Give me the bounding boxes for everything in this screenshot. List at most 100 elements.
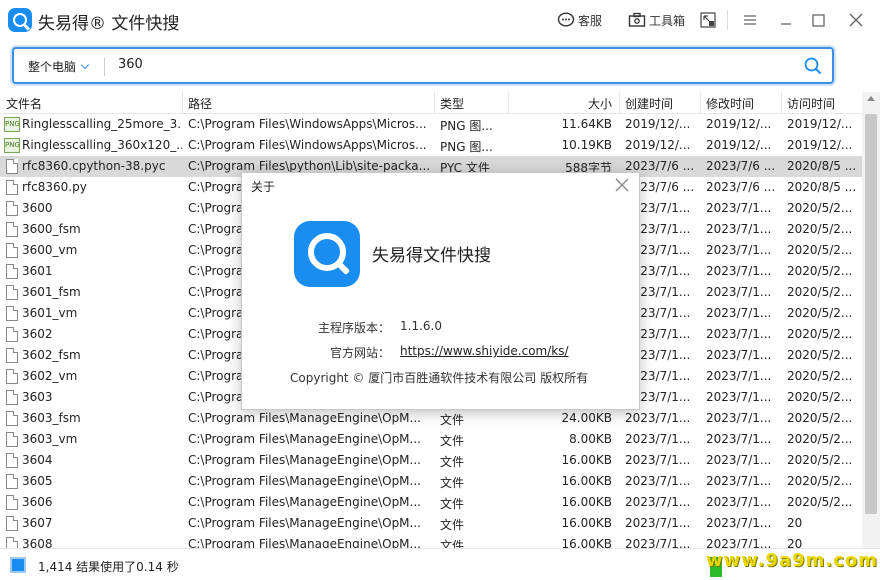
cell-accessed: 2020/5/2...	[787, 453, 853, 467]
scope-dropdown[interactable]: 整个电脑	[28, 58, 90, 75]
website-link[interactable]: https://www.shiyide.com/ks/	[400, 344, 569, 358]
chat-icon	[557, 12, 575, 28]
cell-size: 24.00KB	[561, 411, 612, 425]
png-file-icon: PNG	[4, 138, 20, 153]
cell-created: 2019/12/...	[625, 117, 691, 131]
column-header-type[interactable]: 类型	[440, 95, 464, 112]
table-row[interactable]: PNG Ringlesscalling_360x120_... C:\Program…	[0, 135, 862, 156]
column-header-name[interactable]: 文件名	[6, 95, 42, 112]
file-icon	[6, 474, 18, 489]
file-icon	[6, 495, 18, 510]
mini-mode-button[interactable]	[696, 8, 720, 32]
column-header-ctime[interactable]: 创建时间	[625, 95, 673, 112]
about-app-name: 失易得文件快搜	[372, 246, 491, 266]
version-label: 主程序版本：	[318, 321, 391, 335]
vertical-scrollbar[interactable]	[862, 92, 880, 548]
cell-created: 2023/7/1...	[625, 516, 691, 530]
dialog-close-button[interactable]	[613, 176, 631, 194]
scroll-up-arrow-icon[interactable]	[867, 96, 875, 101]
dialog-title: 关于	[251, 180, 276, 194]
cell-modified: 2023/7/1...	[706, 348, 772, 362]
file-icon	[6, 159, 18, 174]
menu-button[interactable]	[738, 8, 762, 32]
cell-size: 16.00KB	[561, 537, 612, 548]
search-input[interactable]: 360	[118, 57, 143, 72]
cell-modified: 2023/7/1...	[706, 474, 772, 488]
toolbox-icon	[628, 12, 646, 28]
cell-path: C:\Program Files\python\Lib\site-packa..…	[188, 159, 430, 173]
cell-path: C:\Program Files\ManageEngine\OpM...	[188, 453, 421, 467]
cell-path: C:\Program Files\WindowsApps\Micros...	[188, 117, 427, 131]
table-row[interactable]: PNG Ringlesscalling_25more_3... C:\Program…	[0, 114, 862, 135]
cell-accessed: 2020/5/2...	[787, 474, 853, 488]
title-divider	[727, 10, 728, 30]
cell-name: 3602_vm	[22, 369, 78, 383]
column-header-mtime[interactable]: 修改时间	[706, 95, 754, 112]
column-header-path[interactable]: 路径	[188, 95, 212, 112]
minimize-button[interactable]	[774, 8, 798, 32]
cell-accessed: 2020/5/2...	[787, 201, 853, 215]
column-divider[interactable]	[619, 92, 620, 114]
cell-modified: 2023/7/1...	[706, 516, 772, 530]
column-header-size[interactable]: 大小	[588, 95, 612, 112]
column-divider[interactable]	[508, 92, 509, 114]
cell-type: 文件	[440, 413, 465, 427]
result-count: 1,414 结果使用了0.14 秒	[38, 560, 179, 574]
column-header-atime[interactable]: 访问时间	[787, 95, 835, 112]
maximize-button[interactable]	[806, 8, 830, 32]
table-row[interactable]: 3603_vm C:\Program Files\ManageEngine\OpM…	[0, 429, 862, 450]
file-icon	[6, 285, 18, 300]
cell-created: 2019/12/...	[625, 138, 691, 152]
cell-name: Ringlesscalling_360x120_...	[22, 138, 182, 152]
column-divider[interactable]	[700, 92, 701, 114]
table-row[interactable]: 3608 C:\Program Files\ManageEngine\OpM...…	[0, 534, 862, 548]
cell-modified: 2023/7/1...	[706, 327, 772, 341]
cell-created: 2023/7/6 ...	[625, 159, 695, 173]
table-row[interactable]: 3606 C:\Program Files\ManageEngine\OpM...…	[0, 492, 862, 513]
cell-accessed: 2020/5/2...	[787, 243, 853, 257]
file-icon	[6, 222, 18, 237]
cell-modified: 2023/7/1...	[706, 432, 772, 446]
cell-type: 文件	[440, 434, 465, 448]
cell-created: 2023/7/1...	[625, 432, 691, 446]
close-button[interactable]	[844, 8, 868, 32]
file-icon	[6, 369, 18, 384]
table-row[interactable]: 3605 C:\Program Files\ManageEngine\OpM...…	[0, 471, 862, 492]
cell-size: 16.00KB	[561, 474, 612, 488]
cell-modified: 2019/12/...	[706, 138, 772, 152]
cell-modified: 2023/7/1...	[706, 201, 772, 215]
cell-modified: 2023/7/1...	[706, 306, 772, 320]
cell-accessed: 2020/5/2...	[787, 495, 853, 509]
column-divider[interactable]	[781, 92, 782, 114]
file-icon	[6, 432, 18, 447]
file-icon	[6, 390, 18, 405]
table-row[interactable]: 3607 C:\Program Files\ManageEngine\OpM...…	[0, 513, 862, 534]
status-square-icon	[10, 557, 26, 573]
cell-name: 3603_fsm	[22, 411, 81, 425]
table-row[interactable]: 3604 C:\Program Files\ManageEngine\OpM...…	[0, 450, 862, 471]
cell-size: 8.00KB	[569, 432, 612, 446]
cell-created: 2023/7/1...	[625, 537, 691, 548]
scroll-thumb[interactable]	[865, 114, 877, 514]
scope-label: 整个电脑	[28, 60, 77, 74]
cell-accessed: 2020/5/2...	[787, 327, 853, 341]
cell-type: PNG 图...	[440, 140, 493, 154]
cell-accessed: 2020/5/2...	[787, 264, 853, 278]
file-icon	[6, 537, 18, 548]
cell-modified: 2023/7/1...	[706, 495, 772, 509]
cell-modified: 2023/7/1...	[706, 453, 772, 467]
table-row[interactable]: 3603_fsm C:\Program Files\ManageEngine\Op…	[0, 408, 862, 429]
website-label: 官方网站：	[330, 346, 391, 360]
cell-size: 11.64KB	[561, 117, 612, 131]
cell-size: 10.19KB	[561, 138, 612, 152]
cell-name: 3604	[22, 453, 53, 467]
column-divider[interactable]	[182, 92, 183, 114]
cell-name: 3607	[22, 516, 53, 530]
search-button[interactable]	[804, 57, 822, 75]
column-divider[interactable]	[434, 92, 435, 114]
customer-service-button[interactable]: 客服	[557, 10, 602, 30]
file-icon	[6, 516, 18, 531]
toolbox-button[interactable]: 工具箱	[628, 10, 685, 30]
mini-mode-icon	[700, 12, 716, 28]
cell-name: 3603	[22, 390, 53, 404]
